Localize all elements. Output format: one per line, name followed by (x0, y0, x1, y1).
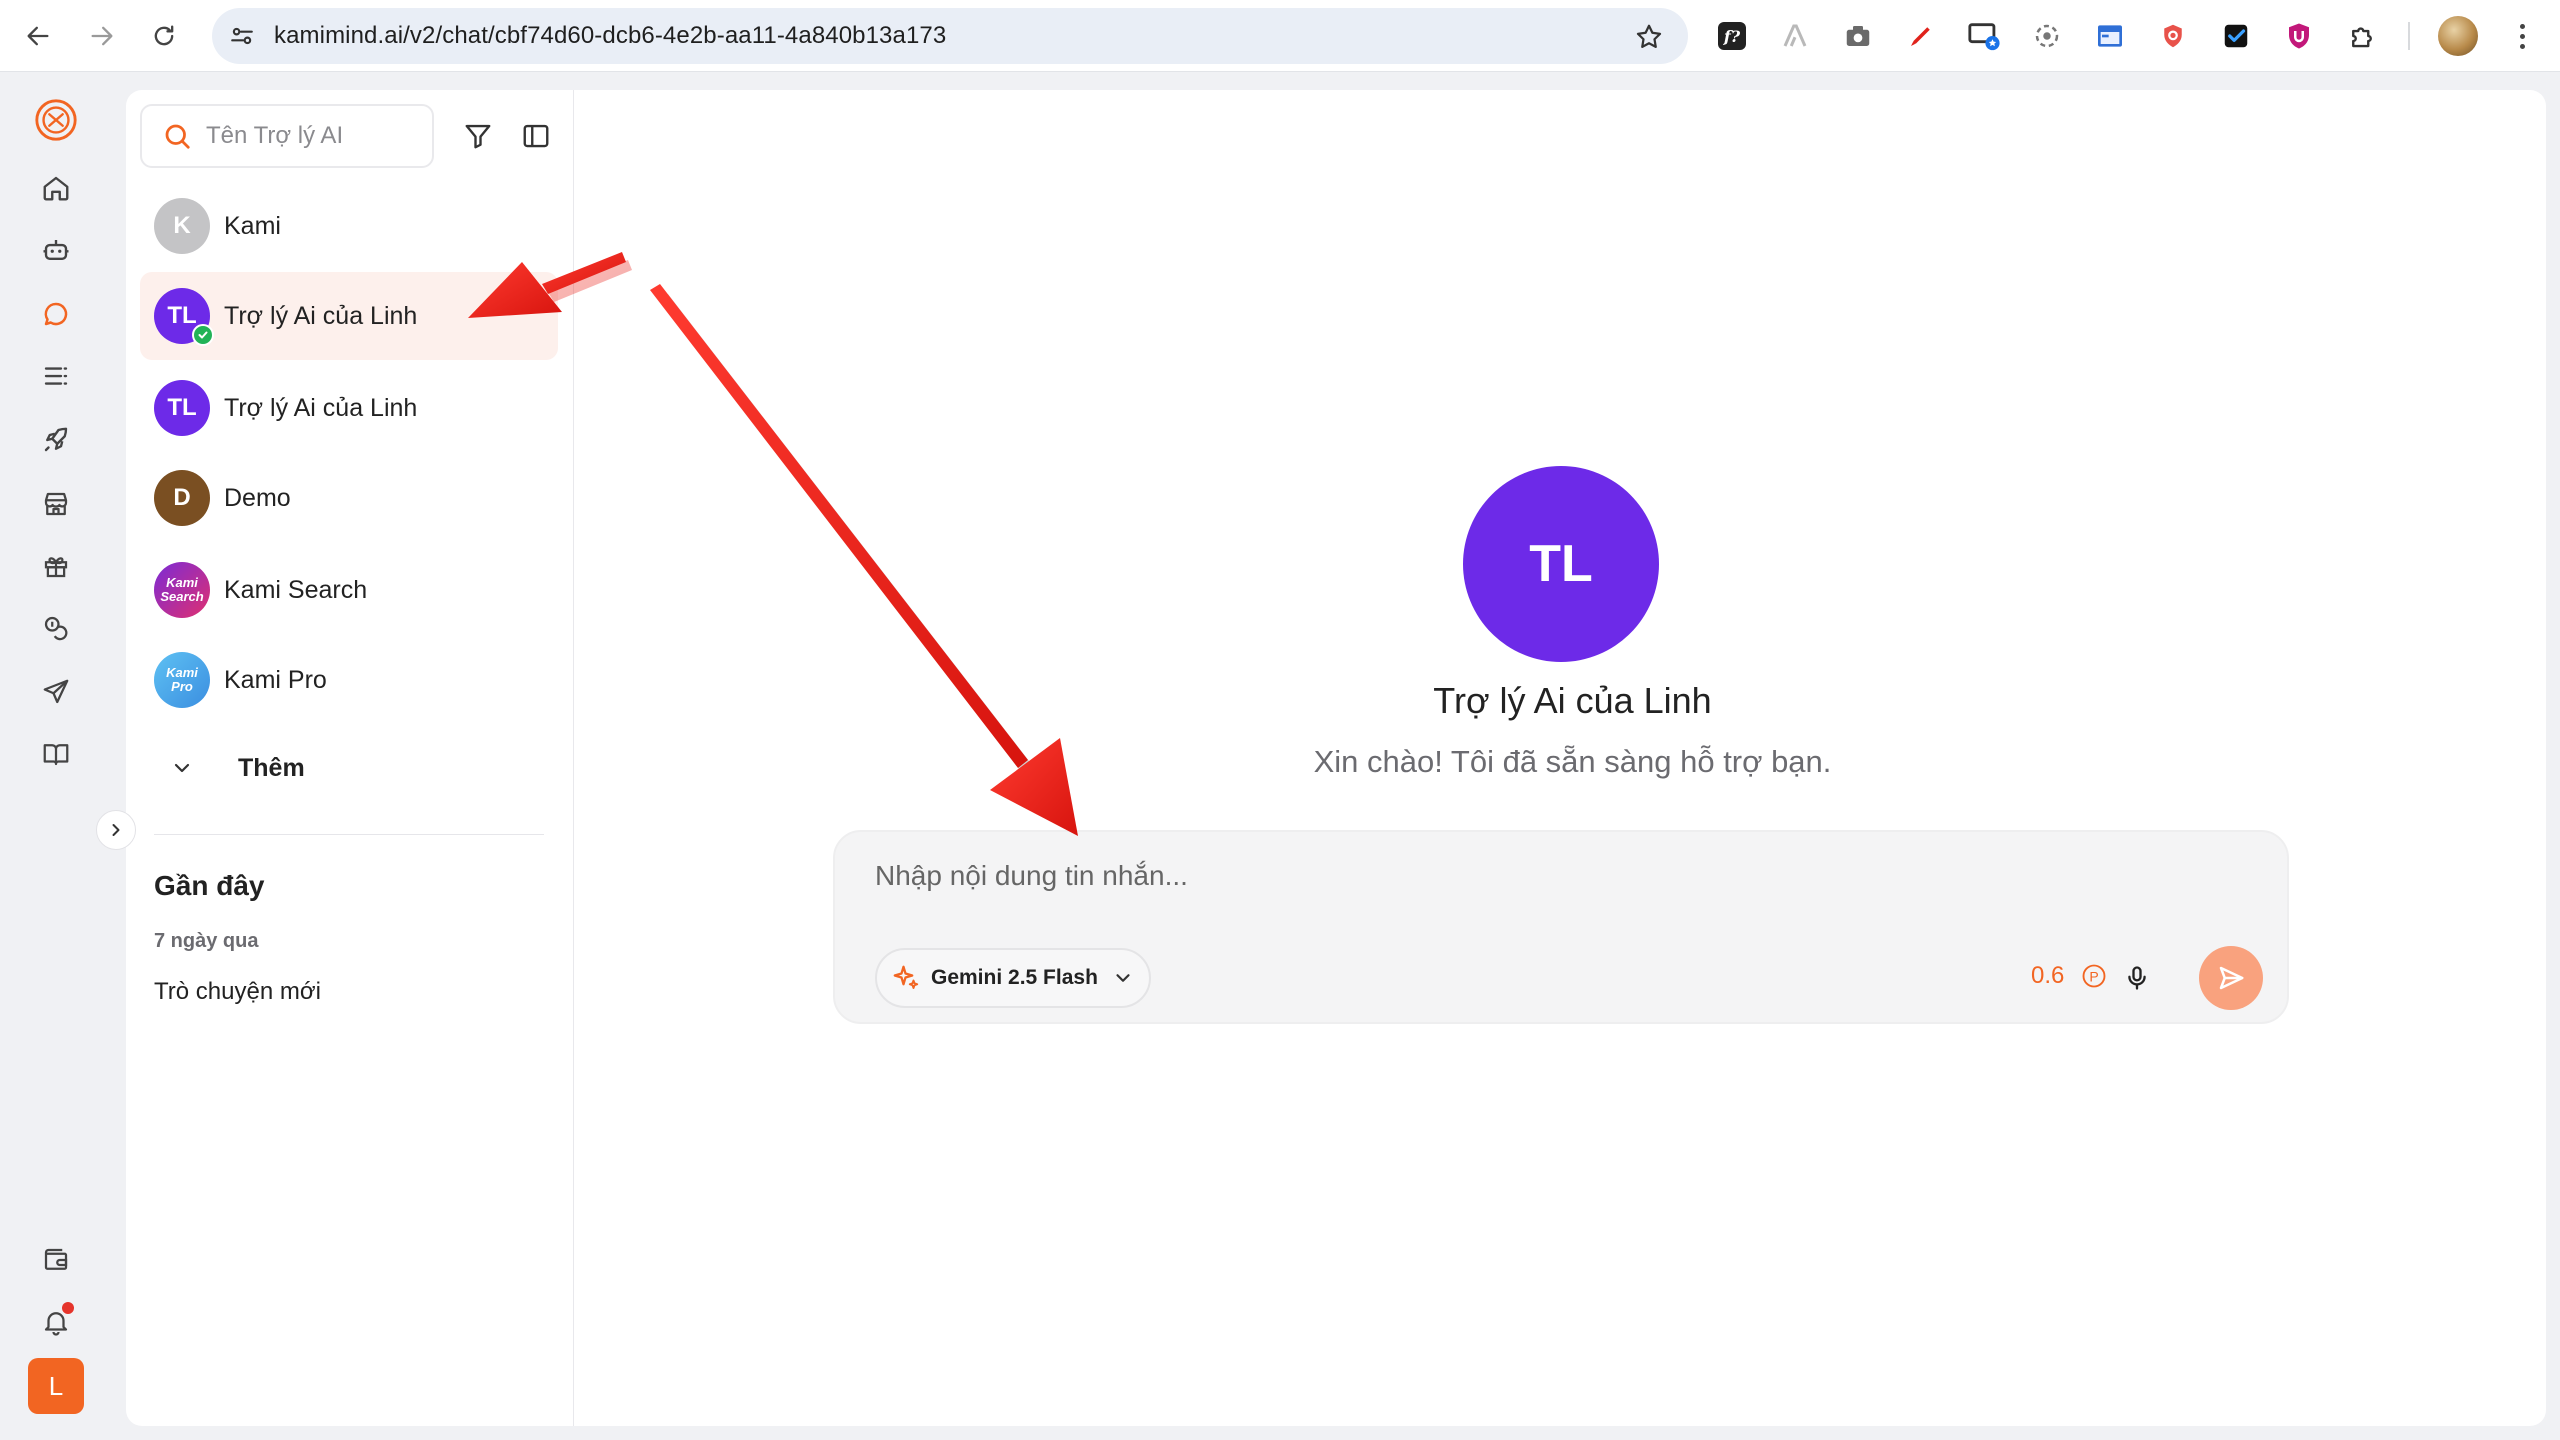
sparkle-icon (893, 965, 919, 989)
point-coin-icon: P (2082, 964, 2106, 988)
point-coin-letter: P (2090, 968, 2099, 984)
coins-icon[interactable] (34, 606, 78, 650)
message-composer: Gemini 2.5 Flash 0.6 P (833, 830, 2289, 1024)
chevron-right-icon (112, 824, 120, 836)
assistant-name: Trợ lý Ai của Linh (224, 394, 418, 422)
app-root: L K Kami TL (0, 72, 2560, 1440)
browser-menu-icon[interactable] (2506, 16, 2538, 56)
assistant-name: Kami Pro (224, 666, 327, 694)
wallet-icon[interactable] (34, 1238, 78, 1282)
list-icon[interactable] (34, 354, 78, 398)
assistant-item-kami-search[interactable]: Kami Search Kami Search (140, 546, 558, 634)
back-arrow-icon (27, 26, 49, 46)
ai-icon[interactable] (1773, 14, 1817, 58)
reload-button[interactable] (144, 16, 184, 56)
assistant-item-tro-ly-linh[interactable]: TL Trợ lý Ai của Linh (140, 364, 558, 452)
bookmark-star-icon[interactable] (1632, 20, 1666, 54)
assistant-search[interactable] (140, 104, 434, 168)
kami-search-logo: Kami Search (154, 562, 210, 618)
assistant-name: Kami Search (224, 576, 368, 604)
sidebar-collapse-icon[interactable] (516, 116, 556, 156)
chat-main: TL Trợ lý Ai của Linh Xin chào! Tôi đã s… (575, 90, 2546, 1426)
content-panel: K Kami TL Trợ lý Ai của Linh TL Trợ lý A… (126, 90, 2546, 1426)
address-bar[interactable]: kamimind.ai/v2/chat/cbf74d60-dcb6-4e2b-a… (212, 8, 1688, 64)
pen-icon[interactable] (1899, 14, 1943, 58)
search-icon (165, 124, 190, 149)
chat-icon[interactable] (34, 292, 78, 336)
show-more-label: Thêm (238, 754, 305, 782)
book-icon[interactable] (34, 732, 78, 776)
url-text[interactable]: kamimind.ai/v2/chat/cbf74d60-dcb6-4e2b-a… (274, 22, 946, 50)
screen-star-icon[interactable] (1962, 14, 2006, 58)
credit-cost: 0.6 P (2031, 962, 2108, 990)
assistant-item-kami-pro[interactable]: Kami Pro Kami Pro (140, 636, 558, 724)
home-icon[interactable] (34, 166, 78, 210)
puzzle-icon[interactable] (2340, 14, 2384, 58)
rail-expand-button[interactable] (96, 810, 136, 850)
assistant-title: Trợ lý Ai của Linh (1433, 680, 1712, 721)
bell-icon[interactable] (34, 1300, 78, 1344)
credit-value: 0.6 (2031, 962, 2065, 989)
shield-icon[interactable] (2151, 14, 2195, 58)
assistant-sidebar: K Kami TL Trợ lý Ai của Linh TL Trợ lý A… (126, 90, 574, 1426)
model-label: Gemini 2.5 Flash (931, 966, 1098, 989)
assistant-avatar: D (154, 470, 210, 526)
u-badge-icon[interactable] (2277, 14, 2321, 58)
send-button[interactable] (2199, 946, 2263, 1010)
verified-check-icon (192, 324, 214, 346)
kami-pro-logo: Kami Pro (154, 652, 210, 708)
sidebar-divider (154, 834, 544, 835)
send-icon[interactable] (34, 670, 78, 714)
checkbox-icon[interactable] (2214, 14, 2258, 58)
kami-logo-icon[interactable] (30, 94, 82, 146)
chevron-down-icon (174, 763, 190, 773)
assistant-search-input[interactable] (206, 122, 406, 150)
send-arrow-icon (2219, 966, 2244, 990)
gift-icon[interactable] (34, 544, 78, 588)
store-icon[interactable] (34, 482, 78, 526)
assistant-name: Demo (224, 484, 291, 512)
assistant-greeting: Xin chào! Tôi đã sẵn sàng hỗ trợ bạn. (1313, 744, 1832, 779)
notification-dot (62, 1302, 74, 1314)
rocket-icon[interactable] (34, 418, 78, 462)
assistant-item-tro-ly-linh-active[interactable]: TL Trợ lý Ai của Linh (140, 272, 558, 360)
bot-icon[interactable] (34, 228, 78, 272)
toolbar-divider (2408, 22, 2410, 50)
assistant-hero-avatar: TL (1463, 466, 1659, 662)
greeting-row: Xin chào! Tôi đã sẵn sàng hỗ trợ bạn. (575, 744, 2546, 780)
microphone-icon[interactable] (2115, 956, 2159, 1000)
assistant-name: Trợ lý Ai của Linh (224, 302, 418, 330)
formula-icon[interactable]: f? (1710, 14, 1754, 58)
site-info-icon[interactable] (224, 18, 260, 54)
camera-icon[interactable] (1836, 14, 1880, 58)
window-icon[interactable] (2088, 14, 2132, 58)
browser-toolbar: kamimind.ai/v2/chat/cbf74d60-dcb6-4e2b-a… (0, 0, 2560, 72)
show-more-button[interactable]: Thêm (140, 738, 558, 798)
recent-chat-item[interactable]: Trò chuyện mới (154, 978, 321, 1006)
assistant-avatar: TL (154, 380, 210, 436)
nav-rail: L (0, 72, 112, 1440)
message-input[interactable] (875, 860, 2235, 920)
assistant-name: Kami (224, 212, 281, 240)
filter-icon[interactable] (458, 116, 498, 156)
recent-title: Gần đây (154, 870, 265, 901)
forward-arrow-icon (91, 26, 113, 46)
assistant-avatar: K (154, 198, 210, 254)
chevron-down-icon (1116, 974, 1130, 982)
back-button[interactable] (18, 16, 58, 56)
settings-swirl-icon[interactable] (2025, 14, 2069, 58)
user-avatar[interactable]: L (28, 1358, 84, 1414)
assistant-item-kami[interactable]: K Kami (140, 182, 558, 270)
browser-profile-avatar[interactable] (2438, 16, 2478, 56)
assistant-item-demo[interactable]: D Demo (140, 454, 558, 542)
model-selector[interactable]: Gemini 2.5 Flash (875, 948, 1151, 1008)
assistant-title-row: Trợ lý Ai của Linh (575, 680, 2546, 722)
forward-button[interactable] (82, 16, 122, 56)
reload-icon (154, 25, 174, 46)
recent-group-label: 7 ngày qua (154, 930, 259, 952)
extensions-bar: f? (1710, 14, 2403, 58)
